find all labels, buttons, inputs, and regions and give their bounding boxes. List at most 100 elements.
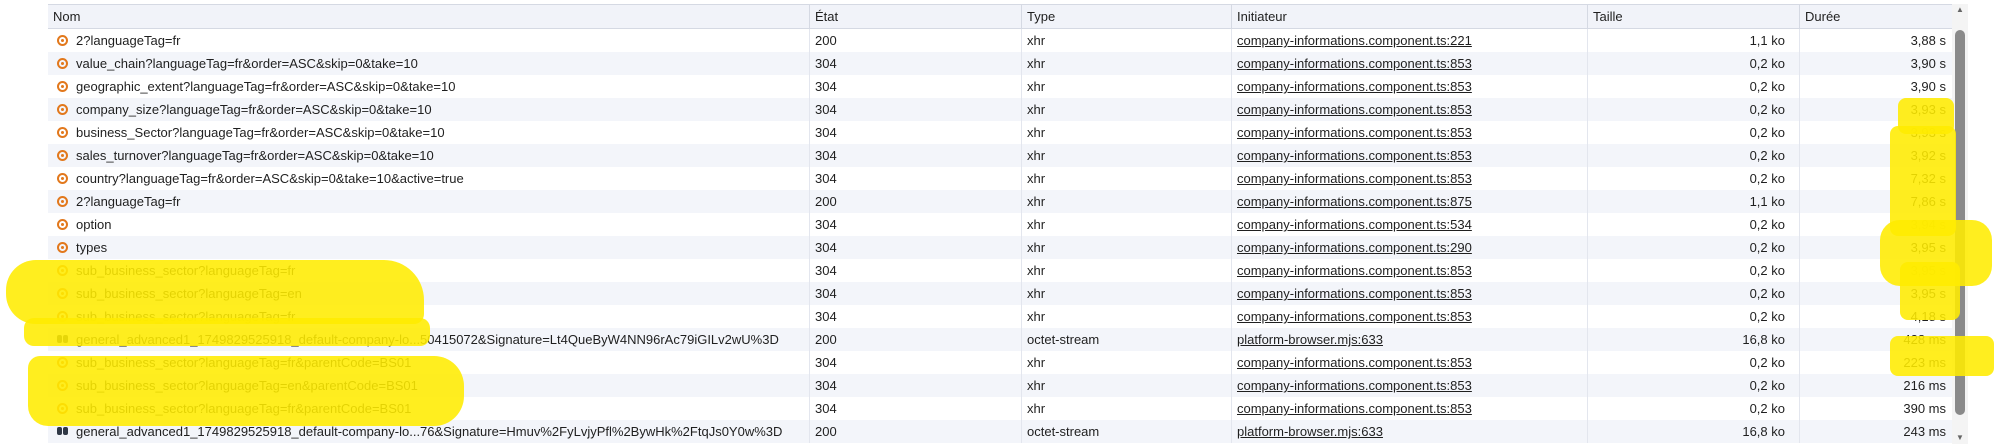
type-value: xhr [1027, 56, 1046, 71]
initiator-cell[interactable]: company-informations.component.ts:853 [1232, 397, 1588, 420]
initiator-cell[interactable]: platform-browser.mjs:633 [1232, 328, 1588, 351]
table-row[interactable]: sub_business_sector?languageTag=en&paren… [48, 374, 1960, 397]
size-cell: 1,1 ko [1588, 29, 1800, 52]
type-value: xhr [1027, 171, 1046, 186]
initiator-link[interactable]: company-informations.component.ts:853 [1237, 148, 1472, 163]
initiator-link[interactable]: company-informations.component.ts:853 [1237, 56, 1472, 71]
table-row[interactable]: general_advanced1_1749829525918_default-… [48, 420, 1960, 443]
type-cell: xhr [1022, 29, 1232, 52]
table-row[interactable]: country?languageTag=fr&order=ASC&skip=0&… [48, 167, 1960, 190]
name-cell[interactable]: sub_business_sector?languageTag=fr [48, 259, 810, 282]
initiator-link[interactable]: company-informations.component.ts:534 [1237, 217, 1472, 232]
initiator-cell[interactable]: platform-browser.mjs:633 [1232, 420, 1588, 443]
initiator-link[interactable]: company-informations.component.ts:290 [1237, 240, 1472, 255]
initiator-cell[interactable]: company-informations.component.ts:853 [1232, 75, 1588, 98]
name-cell[interactable]: sub_business_sector?languageTag=en [48, 282, 810, 305]
initiator-link[interactable]: company-informations.component.ts:853 [1237, 309, 1472, 324]
type-cell: xhr [1022, 397, 1232, 420]
column-header-duration[interactable]: Durée [1800, 5, 1960, 28]
type-value: xhr [1027, 355, 1046, 370]
initiator-link[interactable]: company-informations.component.ts:853 [1237, 102, 1472, 117]
name-cell[interactable]: country?languageTag=fr&order=ASC&skip=0&… [48, 167, 810, 190]
name-cell[interactable]: 2?languageTag=fr [48, 29, 810, 52]
table-row[interactable]: sub_business_sector?languageTag=fr 304 xhr… [48, 259, 1960, 282]
table-row[interactable]: sub_business_sector?languageTag=en 304 xhr… [48, 282, 1960, 305]
table-row[interactable]: types 304 xhr company-informations.componen… [48, 236, 1960, 259]
initiator-cell[interactable]: company-informations.component.ts:853 [1232, 167, 1588, 190]
name-cell[interactable]: types [48, 236, 810, 259]
column-header-type[interactable]: Type [1022, 5, 1232, 28]
type-value: xhr [1027, 102, 1046, 117]
scroll-down-arrow-icon[interactable]: ▼ [1955, 434, 1965, 442]
name-cell[interactable]: geographic_extent?languageTag=fr&order=A… [48, 75, 810, 98]
initiator-cell[interactable]: company-informations.component.ts:853 [1232, 52, 1588, 75]
name-cell[interactable]: sub_business_sector?languageTag=en&paren… [48, 374, 810, 397]
initiator-link[interactable]: company-informations.component.ts:853 [1237, 171, 1472, 186]
initiator-cell[interactable]: company-informations.component.ts:853 [1232, 259, 1588, 282]
name-cell[interactable]: option [48, 213, 810, 236]
initiator-cell[interactable]: company-informations.component.ts:221 [1232, 29, 1588, 52]
name-cell[interactable]: business_Sector?languageTag=fr&order=ASC… [48, 121, 810, 144]
initiator-cell[interactable]: company-informations.component.ts:875 [1232, 190, 1588, 213]
table-row[interactable]: value_chain?languageTag=fr&order=ASC&ski… [48, 52, 1960, 75]
initiator-cell[interactable]: company-informations.component.ts:853 [1232, 374, 1588, 397]
initiator-cell[interactable]: company-informations.component.ts:853 [1232, 305, 1588, 328]
table-row[interactable]: sub_business_sector?languageTag=fr&paren… [48, 397, 1960, 420]
initiator-link[interactable]: company-informations.component.ts:853 [1237, 401, 1472, 416]
status-cell: 304 [810, 351, 1022, 374]
xhr-icon [57, 150, 68, 161]
initiator-link[interactable]: company-informations.component.ts:221 [1237, 33, 1472, 48]
scrollbar-thumb[interactable] [1955, 30, 1965, 415]
table-row[interactable]: sub_business_sector?languageTag=fr 304 xhr… [48, 305, 1960, 328]
initiator-cell[interactable]: company-informations.component.ts:534 [1232, 213, 1588, 236]
column-header-status[interactable]: État [810, 5, 1022, 28]
initiator-cell[interactable]: company-informations.component.ts:853 [1232, 121, 1588, 144]
xhr-icon [57, 35, 68, 46]
initiator-link[interactable]: company-informations.component.ts:853 [1237, 378, 1472, 393]
name-cell[interactable]: general_advanced1_1749829525918_default-… [48, 420, 810, 443]
name-cell[interactable]: sales_turnover?languageTag=fr&order=ASC&… [48, 144, 810, 167]
scroll-up-arrow-icon[interactable]: ▲ [1955, 6, 1965, 14]
name-cell[interactable]: general_advanced1_1749829525918_default-… [48, 328, 810, 351]
name-cell[interactable]: sub_business_sector?languageTag=fr [48, 305, 810, 328]
table-row[interactable]: 2?languageTag=fr 200 xhr company-informatio… [48, 190, 1960, 213]
initiator-link[interactable]: company-informations.component.ts:853 [1237, 355, 1472, 370]
size-cell: 0,2 ko [1588, 236, 1800, 259]
name-cell[interactable]: value_chain?languageTag=fr&order=ASC&ski… [48, 52, 810, 75]
initiator-cell[interactable]: company-informations.component.ts:853 [1232, 351, 1588, 374]
initiator-cell[interactable]: company-informations.component.ts:290 [1232, 236, 1588, 259]
table-row[interactable]: sub_business_sector?languageTag=fr&paren… [48, 351, 1960, 374]
initiator-link[interactable]: company-informations.component.ts:875 [1237, 194, 1472, 209]
table-row[interactable]: 2?languageTag=fr 200 xhr company-informatio… [48, 29, 1960, 52]
table-row[interactable]: option 304 xhr company-informations.compone… [48, 213, 1960, 236]
column-header-initiator[interactable]: Initiateur [1232, 5, 1588, 28]
name-cell[interactable]: sub_business_sector?languageTag=fr&paren… [48, 397, 810, 420]
initiator-link[interactable]: company-informations.component.ts:853 [1237, 263, 1472, 278]
size-value: 16,8 ko [1742, 424, 1785, 439]
name-cell[interactable]: sub_business_sector?languageTag=fr&paren… [48, 351, 810, 374]
table-row[interactable]: business_Sector?languageTag=fr&order=ASC… [48, 121, 1960, 144]
initiator-link[interactable]: platform-browser.mjs:633 [1237, 424, 1383, 439]
initiator-link[interactable]: company-informations.component.ts:853 [1237, 286, 1472, 301]
type-value: xhr [1027, 148, 1046, 163]
size-cell: 0,2 ko [1588, 144, 1800, 167]
initiator-link[interactable]: company-informations.component.ts:853 [1237, 125, 1472, 140]
table-row[interactable]: geographic_extent?languageTag=fr&order=A… [48, 75, 1960, 98]
initiator-cell[interactable]: company-informations.component.ts:853 [1232, 144, 1588, 167]
duration-value: 3,90 s [1910, 79, 1946, 94]
initiator-link[interactable]: platform-browser.mjs:633 [1237, 332, 1383, 347]
column-header-size[interactable]: Taille [1588, 5, 1800, 28]
column-header-name[interactable]: Nom [48, 5, 810, 28]
initiator-cell[interactable]: company-informations.component.ts:853 [1232, 98, 1588, 121]
type-value: octet-stream [1027, 424, 1100, 439]
table-row[interactable]: company_size?languageTag=fr&order=ASC&sk… [48, 98, 1960, 121]
duration-cell: 3,93 s [1800, 98, 1960, 121]
status-cell: 304 [810, 282, 1022, 305]
name-cell[interactable]: 2?languageTag=fr [48, 190, 810, 213]
name-cell[interactable]: company_size?languageTag=fr&order=ASC&sk… [48, 98, 810, 121]
initiator-link[interactable]: company-informations.component.ts:853 [1237, 79, 1472, 94]
status-value: 304 [815, 217, 837, 232]
table-row[interactable]: sales_turnover?languageTag=fr&order=ASC&… [48, 144, 1960, 167]
table-row[interactable]: general_advanced1_1749829525918_default-… [48, 328, 1960, 351]
initiator-cell[interactable]: company-informations.component.ts:853 [1232, 282, 1588, 305]
